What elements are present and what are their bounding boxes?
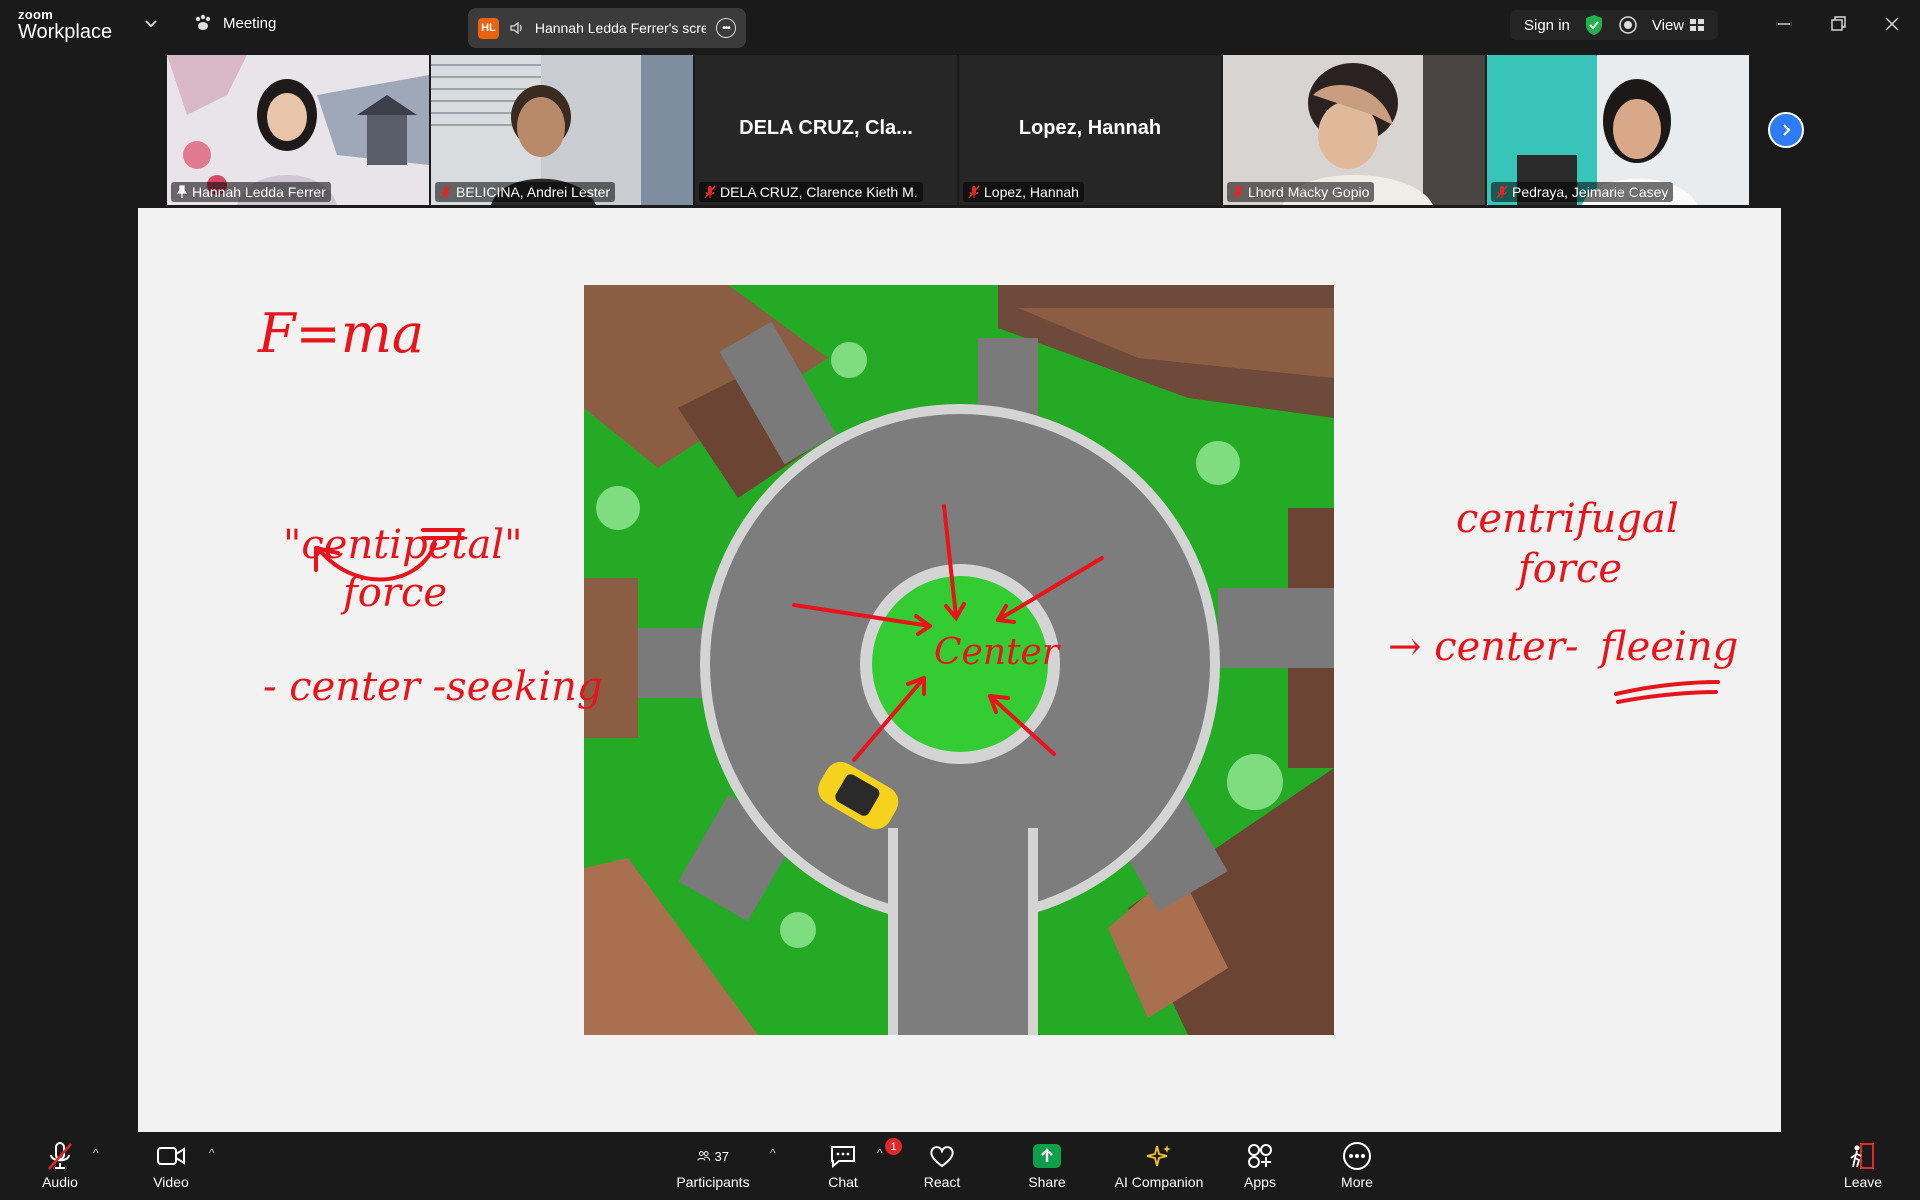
paw-icon — [195, 14, 211, 30]
participants-count: 37 — [714, 1148, 729, 1164]
mic-muted-icon — [704, 185, 716, 199]
participants-icon: 37 — [697, 1140, 729, 1172]
centripetal-annotation: "centipetal" — [283, 522, 523, 568]
heart-icon — [926, 1140, 958, 1172]
sign-in-button[interactable]: Sign in — [1524, 17, 1570, 34]
title-bar: zoom Workplace Meeting HL Hannah Ledda F… — [0, 0, 1920, 52]
react-label: React — [923, 1174, 961, 1190]
chat-options-caret[interactable]: ^ — [877, 1146, 883, 1160]
participant-name: DELA CRUZ, Clarence Kieth M. — [720, 184, 918, 200]
restore-icon[interactable] — [1828, 14, 1848, 34]
participants-options-caret[interactable]: ^ — [770, 1146, 776, 1160]
ai-companion-label: AI Companion — [1114, 1174, 1204, 1190]
mic-muted-icon — [440, 185, 452, 199]
view-button[interactable]: View — [1651, 16, 1705, 34]
force-right-annotation: force — [1515, 546, 1622, 592]
video-camera-icon — [155, 1140, 187, 1172]
participant-center-name: Lopez, Hannah — [1018, 117, 1162, 139]
participant-name-tag: Hannah Ledda Ferrer — [171, 182, 331, 202]
speaker-icon — [510, 21, 522, 35]
participant-name-tag: Lopez, Hannah — [963, 182, 1084, 202]
grid-view-icon — [1690, 19, 1705, 31]
participant-name-tag: BELICINA, Andrei Lester — [435, 182, 616, 202]
share-screen-icon — [1031, 1140, 1063, 1172]
share-label: Share — [1028, 1174, 1066, 1190]
participant-name: Pedraya, Jeimarie Casey — [1512, 184, 1669, 200]
participant-center-name: DELA CRUZ, Cla... — [739, 117, 913, 139]
view-label: View — [1651, 16, 1685, 34]
centrifugal-annotation: centrifugal — [1456, 496, 1679, 542]
shared-screen: F=ma "centipetal" force - center -seekin… — [138, 208, 1781, 1132]
leave-label: Leave — [1843, 1174, 1883, 1190]
mic-muted-icon — [1496, 185, 1508, 199]
security-shield-icon[interactable] — [1584, 14, 1604, 36]
formula-annotation: F=ma — [257, 302, 424, 365]
share-button[interactable]: Share — [997, 1140, 1097, 1190]
ai-companion-button[interactable]: AI Companion — [1109, 1140, 1209, 1190]
close-icon[interactable] — [1882, 14, 1902, 34]
sparkle-icon — [1143, 1140, 1175, 1172]
apps-icon — [1244, 1140, 1276, 1172]
center-label-annotation: Center — [934, 632, 1061, 673]
video-tile-hannah-ledda-ferrer[interactable]: Hannah Ledda Ferrer — [167, 55, 429, 205]
chat-label: Chat — [828, 1174, 858, 1190]
mic-muted-icon — [968, 185, 980, 199]
chevron-down-icon[interactable] — [143, 15, 159, 31]
center-fleeing-prefix-annotation: → center- — [1388, 624, 1578, 670]
more-button[interactable]: More — [1307, 1140, 1407, 1190]
leave-door-icon — [1847, 1140, 1879, 1172]
fleeing-annotation: fleeing — [1597, 624, 1738, 670]
meeting-toolbar: Audio ^ Video ^ 37 Participants ^ 1 Chat… — [0, 1132, 1920, 1200]
center-seeking-annotation: - center -seeking — [263, 664, 602, 710]
top-right-controls: Sign in View — [1510, 10, 1719, 40]
next-page-button[interactable] — [1768, 112, 1804, 148]
zoom-logo: zoom Workplace — [18, 8, 112, 42]
participant-name-tag: Pedraya, Jeimarie Casey — [1491, 182, 1674, 202]
participant-name-tag: DELA CRUZ, Clarence Kieth M. — [699, 182, 923, 202]
pin-icon — [176, 185, 188, 198]
participants-button[interactable]: 37 Participants — [663, 1140, 763, 1191]
meeting-label: Meeting — [223, 14, 277, 32]
leave-button[interactable]: Leave — [1813, 1140, 1913, 1190]
video-tile-dela-cruz[interactable]: DELA CRUZ, Cla... DELA CRUZ, Clarence Ki… — [695, 55, 957, 205]
more-label: More — [1341, 1174, 1373, 1190]
video-tile-lopez-hannah[interactable]: Lopez, Hannah Lopez, Hannah — [959, 55, 1221, 205]
participant-name: BELICINA, Andrei Lester — [456, 184, 611, 200]
chat-icon: 1 — [827, 1138, 902, 1172]
audio-options-caret[interactable]: ^ — [93, 1146, 99, 1160]
mic-muted-icon — [1232, 185, 1244, 199]
share-indicator-text: Hannah Ledda Ferrer's scree — [534, 20, 707, 36]
audio-label: Audio — [42, 1174, 78, 1190]
participant-name: Lhord Macky Gopio — [1248, 184, 1370, 200]
mic-muted-icon — [44, 1140, 76, 1172]
screen-share-indicator[interactable]: HL Hannah Ledda Ferrer's scree ••• — [468, 8, 746, 48]
video-tile-belicina-andrei-lester[interactable]: BELICINA, Andrei Lester — [431, 55, 693, 205]
apps-button[interactable]: Apps — [1210, 1140, 1310, 1190]
video-button[interactable]: Video — [121, 1140, 221, 1190]
video-options-caret[interactable]: ^ — [209, 1146, 215, 1160]
participant-name-tag: Lhord Macky Gopio — [1227, 182, 1375, 202]
video-tile-lhord-macky-gopio[interactable]: Lhord Macky Gopio — [1223, 55, 1485, 205]
whiteboard-canvas: F=ma "centipetal" force - center -seekin… — [257, 285, 1738, 1035]
participants-label: Participants — [676, 1174, 750, 1190]
minimize-icon[interactable] — [1774, 14, 1794, 34]
chevron-right-icon — [1783, 124, 1791, 136]
force-left-annotation: force — [340, 570, 447, 616]
react-button[interactable]: React — [892, 1140, 992, 1190]
meeting-info-button[interactable]: Meeting — [193, 14, 276, 32]
more-options-icon[interactable]: ••• — [716, 18, 736, 38]
recording-icon[interactable] — [1618, 15, 1638, 35]
video-tile-pedraya-jeimarie-casey[interactable]: Pedraya, Jeimarie Casey — [1487, 55, 1749, 205]
apps-label: Apps — [1244, 1174, 1276, 1190]
brand-small: zoom — [18, 7, 54, 22]
participant-name: Lopez, Hannah — [984, 184, 1079, 200]
video-strip: Hannah Ledda Ferrer BELICINA, Andrei Les… — [167, 55, 1749, 205]
more-dots-icon — [1341, 1140, 1373, 1172]
brand-big: Workplace — [18, 21, 113, 43]
video-label: Video — [153, 1174, 189, 1190]
presenter-avatar: HL — [478, 17, 499, 39]
participant-name: Hannah Ledda Ferrer — [192, 184, 326, 200]
